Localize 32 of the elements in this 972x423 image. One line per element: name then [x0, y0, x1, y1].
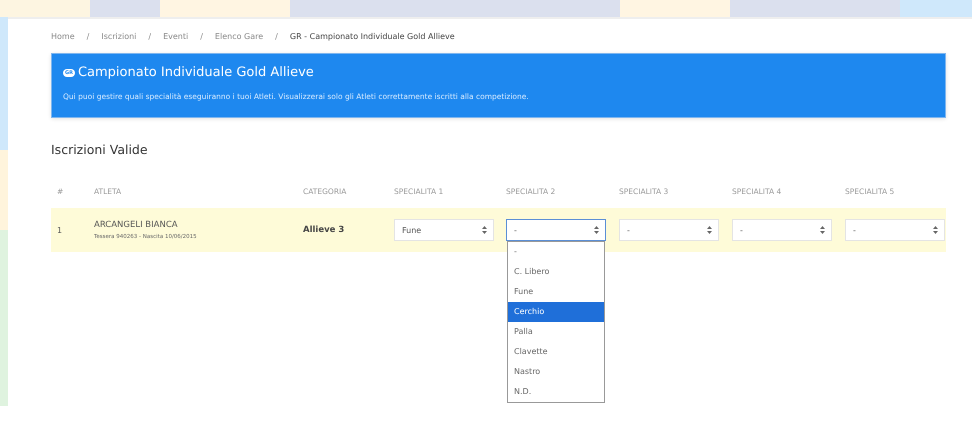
category-cell-text: Allieve 3 — [303, 225, 346, 235]
dropdown-option[interactable]: N.D. — [508, 382, 604, 402]
dropdown-option[interactable]: C. Libero — [508, 262, 604, 282]
dropdown-option[interactable]: Palla — [508, 322, 604, 342]
section-title: Iscrizioni Valide — [51, 142, 148, 157]
specialty-select[interactable]: - — [845, 219, 945, 241]
breadcrumb-current: GR - Campionato Individuale Gold Allieve — [290, 32, 455, 40]
dropdown-option[interactable]: - — [508, 242, 604, 262]
breadcrumb-separator: / — [200, 32, 203, 40]
specialty-select[interactable]: - — [619, 219, 719, 241]
breadcrumb-link[interactable]: Eventi — [163, 32, 188, 40]
breadcrumb-link[interactable]: Home — [51, 32, 75, 40]
dropdown-option[interactable]: Nastro — [508, 362, 604, 382]
sort-arrows-icon — [594, 226, 599, 234]
breadcrumb-link[interactable]: Elenco Gare — [214, 32, 264, 40]
sort-arrows-icon — [707, 226, 712, 234]
sort-arrows-icon — [933, 226, 938, 234]
breadcrumb-separator: / — [148, 32, 152, 40]
dropdown-option[interactable]: Fune — [508, 282, 604, 302]
breadcrumb-link[interactable]: Iscrizioni — [101, 32, 136, 40]
athlete-name: ARCANGELI BIANCA — [94, 220, 179, 230]
dropdown-option[interactable]: Cerchio — [508, 302, 604, 322]
sort-arrows-icon — [482, 226, 487, 234]
breadcrumb-separator: / — [275, 32, 278, 40]
breadcrumb-separator: / — [86, 32, 90, 40]
specialty-select[interactable]: - — [732, 219, 832, 241]
banner-title: Campionato Individuale Gold Allieve — [78, 65, 314, 80]
sort-arrows-icon — [820, 226, 825, 234]
specialty-select[interactable]: Fune — [394, 219, 494, 241]
dropdown-option[interactable]: Clavette — [508, 342, 604, 362]
specialty-select[interactable]: - — [506, 219, 606, 241]
row-number: 1 — [57, 226, 64, 234]
